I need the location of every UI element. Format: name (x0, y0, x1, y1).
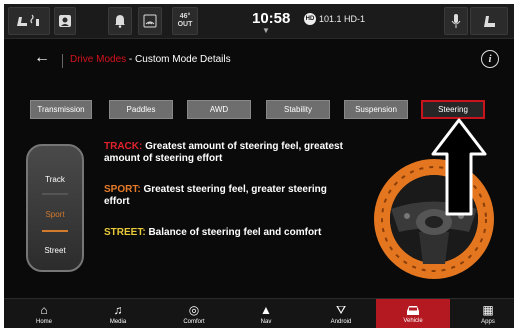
nav-comfort[interactable]: ◎ Comfort (170, 299, 218, 328)
selector-divider (42, 193, 68, 195)
now-playing-radio[interactable]: HD 101.1 HD-1 (304, 13, 365, 25)
tab-suspension[interactable]: Suspension (344, 100, 408, 119)
status-bar: 46° OUT 10:58 ▼ HD 101.1 HD-1 (4, 4, 514, 39)
hd-radio-icon: HD (304, 13, 316, 25)
nav-label: Nav (260, 318, 272, 325)
temperature-unit: OUT (177, 21, 193, 28)
chevron-down-icon[interactable]: ▼ (262, 26, 270, 35)
microphone-icon (451, 14, 461, 28)
user-profile-icon (59, 15, 71, 27)
outside-temperature: 46° OUT (172, 7, 198, 35)
seat-icon (484, 16, 495, 27)
wifi-hotspot-button[interactable] (138, 7, 162, 35)
track-description: TRACK: Greatest amount of steering feel,… (104, 141, 354, 165)
selected-mode-indicator (42, 230, 68, 232)
breadcrumb-separator: - (126, 54, 136, 65)
title-bar: ← Drive Modes - Custom Mode Details i (4, 48, 514, 74)
nav-label: Media (109, 318, 127, 325)
nav-android[interactable]: ⛛ Android (314, 299, 368, 328)
nav-media[interactable]: ♫ Media (96, 299, 140, 328)
home-icon: ⌂ (40, 302, 48, 317)
seat-control-button[interactable] (470, 7, 508, 35)
mode-option-track[interactable]: Track (34, 164, 76, 194)
wifi-icon (143, 14, 157, 28)
nav-home[interactable]: ⌂ Home (22, 299, 66, 328)
uconnect-screen: 46° OUT 10:58 ▼ HD 101.1 HD-1 ← Drive Mo… (4, 4, 514, 328)
nav-vehicle[interactable]: Vehicle (376, 299, 450, 328)
seat-heat-button[interactable] (8, 7, 50, 35)
notifications-button[interactable] (108, 7, 132, 35)
music-note-icon: ♫ (113, 302, 123, 317)
profile-button[interactable] (54, 7, 76, 35)
nav-label: Apps (481, 318, 495, 325)
nav-label: Android (330, 318, 352, 325)
street-text: Balance of steering feel and comfort (148, 227, 322, 238)
tab-transmission[interactable]: Transmission (30, 100, 92, 119)
info-icon[interactable]: i (481, 50, 499, 68)
up-arrow-icon (431, 118, 487, 216)
bell-icon (115, 15, 125, 28)
track-label: TRACK: (104, 141, 143, 152)
street-label: STREET: (104, 227, 146, 238)
temperature-value: 46° (179, 13, 191, 20)
sport-description: SPORT: Greatest steering feel, greater s… (104, 184, 354, 208)
radio-station: 101.1 HD-1 (319, 14, 366, 24)
tab-steering[interactable]: Steering (421, 100, 485, 119)
tab-awd[interactable]: AWD (187, 100, 251, 119)
comfort-icon: ◎ (188, 302, 200, 317)
clock-time[interactable]: 10:58 (252, 10, 290, 27)
nav-label: Comfort (183, 318, 205, 325)
back-arrow-icon[interactable]: ← (34, 49, 50, 67)
page-title: Custom Mode Details (135, 54, 231, 65)
steering-mode-selector[interactable]: Track Sport Street (26, 144, 84, 272)
title-divider (62, 54, 63, 68)
heated-seat-icon (17, 14, 39, 26)
nav-nav[interactable]: ▲ Nav (244, 299, 288, 328)
street-description: STREET: Balance of steering feel and com… (104, 227, 354, 239)
breadcrumb-drive-modes[interactable]: Drive Modes (70, 54, 126, 65)
nav-apps[interactable]: ▦ Apps (466, 299, 510, 328)
android-auto-icon: ⛛ (335, 302, 347, 317)
voice-button[interactable] (444, 7, 468, 35)
mode-option-street[interactable]: Street (34, 235, 76, 265)
car-icon (407, 306, 419, 315)
nav-label: Vehicle (403, 318, 423, 324)
tab-paddles[interactable]: Paddles (109, 100, 173, 119)
mode-option-sport[interactable]: Sport (34, 199, 76, 229)
apps-grid-icon: ▦ (482, 302, 494, 317)
breadcrumb: Drive Modes - Custom Mode Details (70, 54, 231, 65)
tab-stability[interactable]: Stability (266, 100, 330, 119)
sport-label: SPORT: (104, 184, 141, 195)
navigation-arrow-icon: ▲ (260, 302, 272, 317)
bottom-navigation: ⌂ Home ♫ Media ◎ Comfort ▲ Nav ⛛ Android… (4, 298, 514, 328)
nav-label: Home (35, 318, 52, 325)
